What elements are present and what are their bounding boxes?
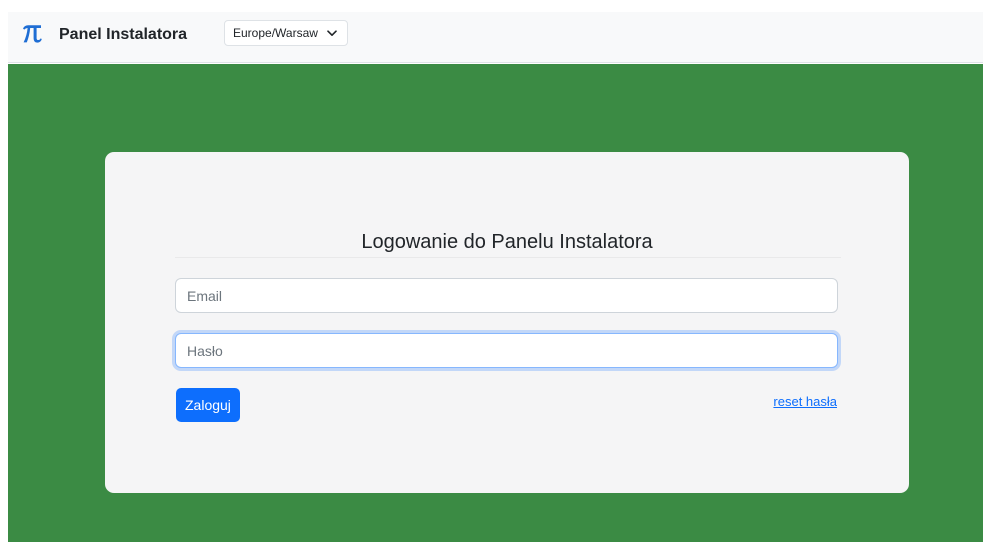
login-title: Logowanie do Panelu Instalatora [361, 231, 653, 253]
brand-title[interactable]: Panel Instalatora [59, 25, 187, 45]
pi-icon[interactable] [20, 20, 44, 46]
timezone-select[interactable]: Europe/Warsaw [224, 20, 348, 46]
login-button[interactable]: Zaloguj [176, 388, 240, 422]
password-field[interactable] [175, 333, 838, 368]
top-navbar: Panel Instalatora Europe/Warsaw [8, 12, 983, 63]
reset-password-link[interactable]: reset hasła [773, 394, 837, 409]
timezone-selected-value: Europe/Warsaw [233, 26, 318, 40]
email-field[interactable] [175, 278, 838, 313]
chevron-down-icon [327, 29, 337, 37]
title-divider [175, 257, 841, 258]
login-card: Logowanie do Panelu Instalatora Zaloguj … [105, 152, 909, 493]
